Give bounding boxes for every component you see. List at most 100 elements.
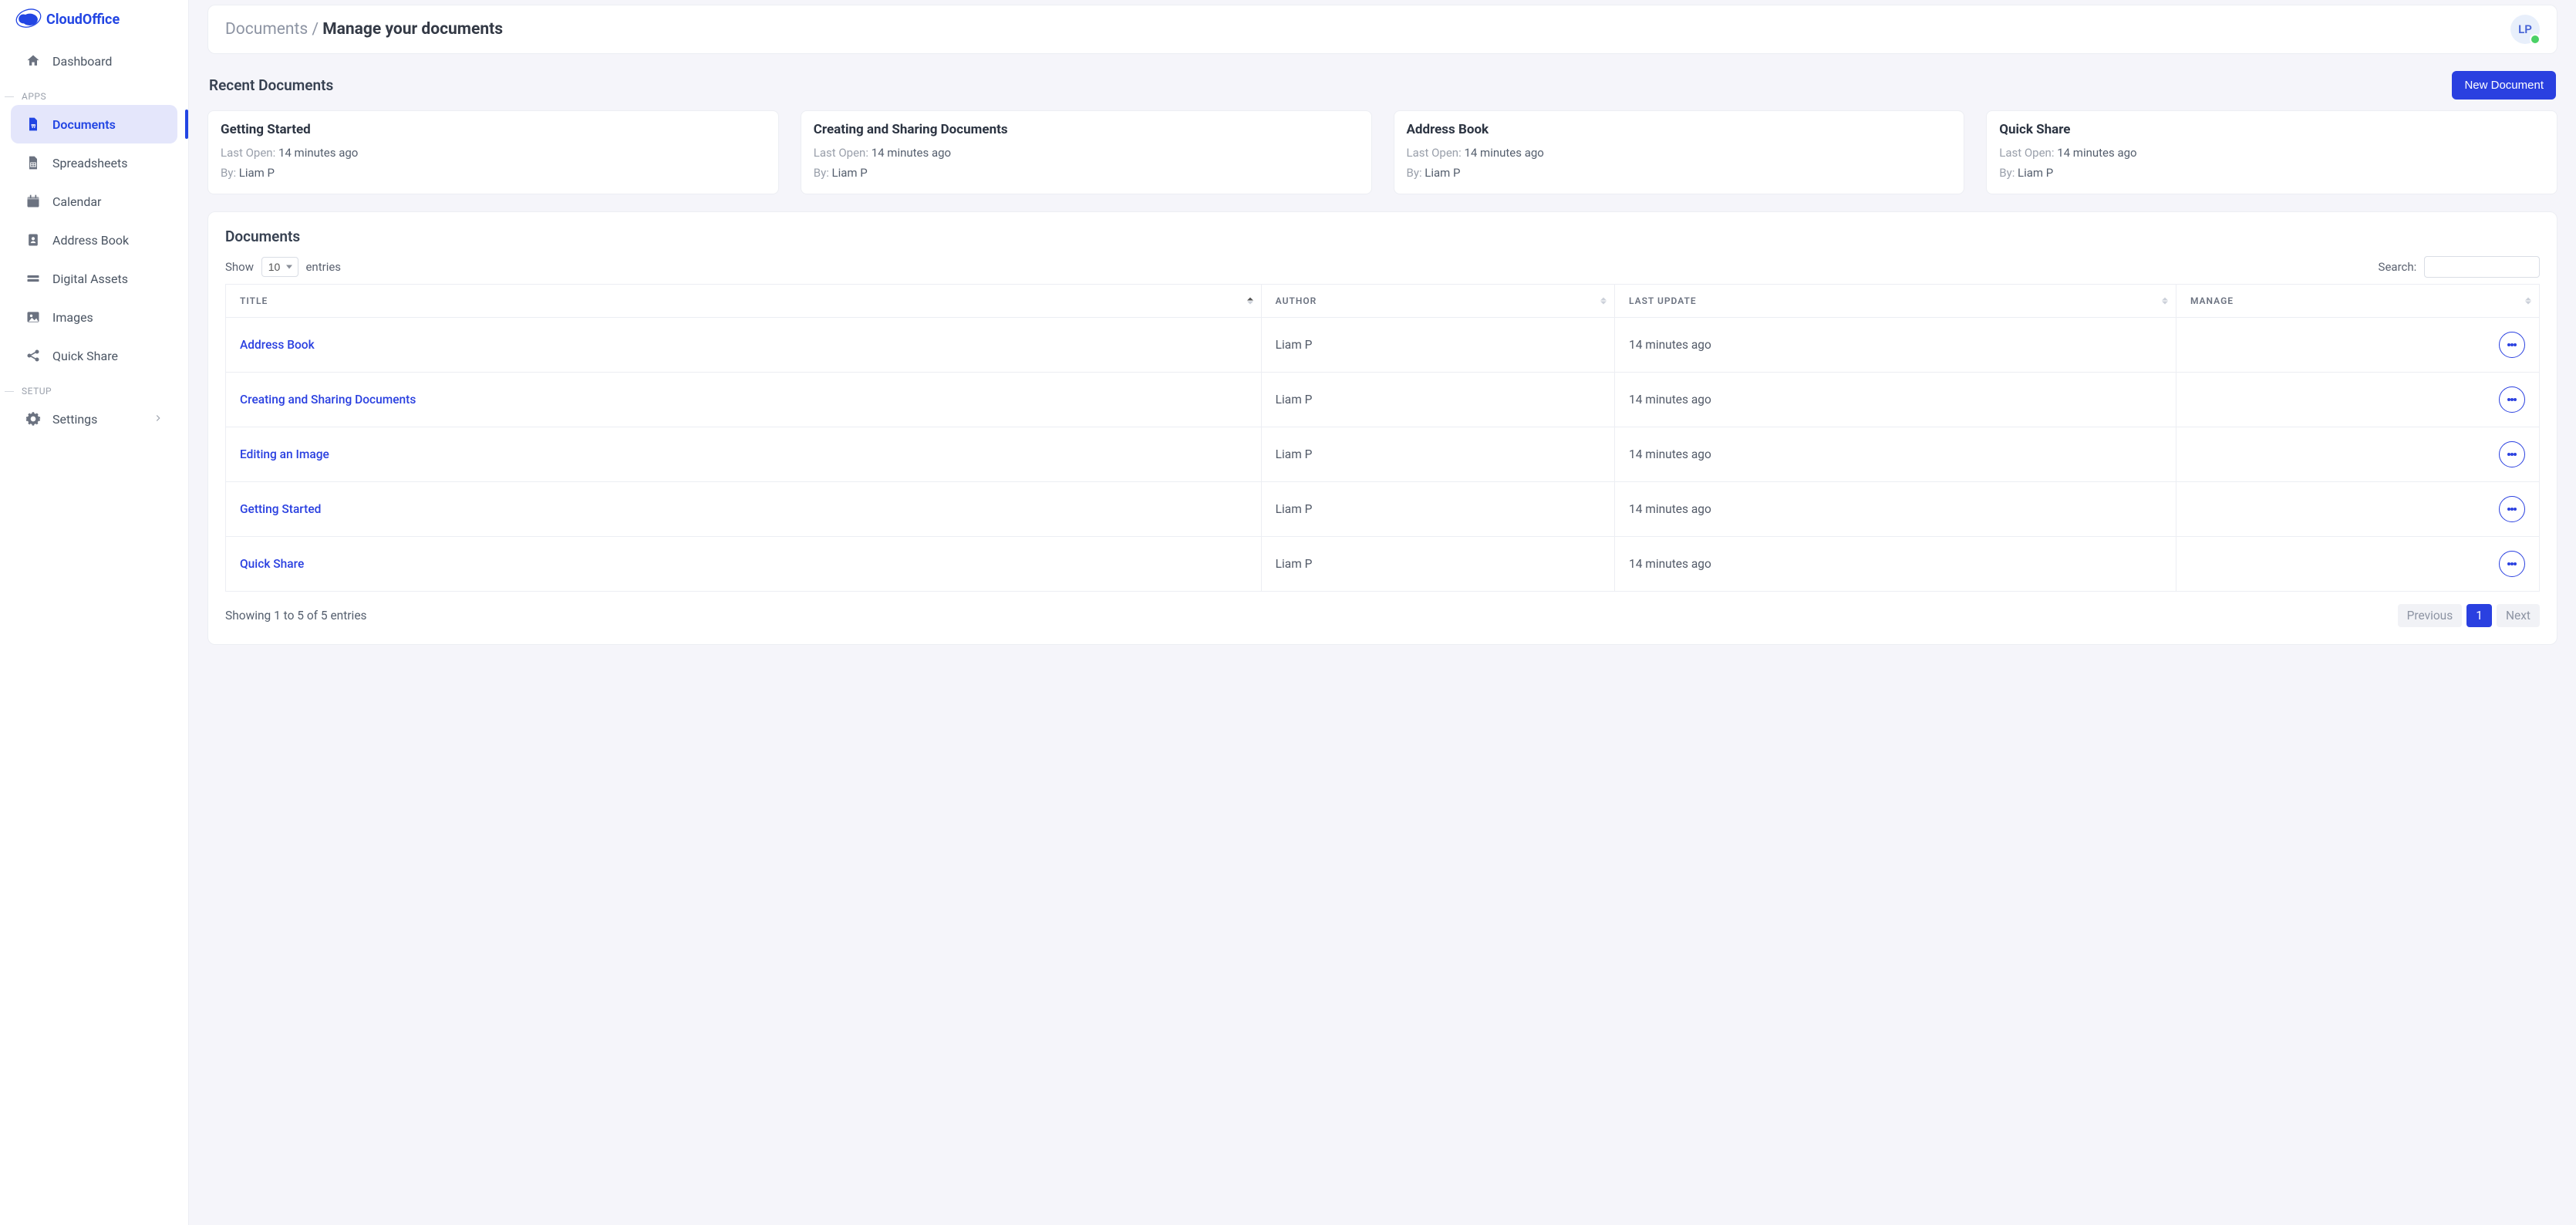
last-open-value: 14 minutes ago [872, 146, 951, 160]
drive-icon [25, 270, 42, 287]
card-title: Getting Started [221, 122, 766, 137]
author-cell: Liam P [1261, 318, 1614, 373]
avatar[interactable]: LP [2510, 15, 2540, 44]
col-updated[interactable]: LAST UPDATE [1614, 285, 2176, 318]
breadcrumb-current: Manage your documents [322, 20, 503, 39]
calendar-icon [25, 193, 42, 210]
last-open-value: 14 minutes ago [1464, 146, 1543, 160]
spreadsheet-icon [25, 154, 42, 171]
doc-link[interactable]: Creating and Sharing Documents [240, 393, 416, 407]
next-button[interactable]: Next [2497, 604, 2540, 627]
new-document-button[interactable]: New Document [2452, 71, 2556, 100]
sidebar-item-dashboard[interactable]: Dashboard [11, 42, 177, 80]
table-row: Getting StartedLiam P14 minutes ago [226, 482, 2540, 537]
sidebar-item-spreadsheets[interactable]: Spreadsheets [11, 143, 177, 182]
recent-cards: Getting Started Last Open: 14 minutes ag… [207, 110, 2557, 194]
panel-title: Documents [225, 228, 2540, 245]
sidebar-item-label: Digital Assets [52, 272, 128, 286]
search-label: Search: [2379, 260, 2417, 274]
by-label: By: [814, 166, 832, 180]
by-label: By: [221, 166, 239, 180]
updated-cell: 14 minutes ago [1614, 318, 2176, 373]
author-cell: Liam P [1261, 373, 1614, 427]
svg-text:W: W [32, 123, 36, 130]
show-label: Show [225, 260, 254, 274]
image-icon [25, 309, 42, 326]
page-1-button[interactable]: 1 [2466, 604, 2492, 627]
by-value: Liam P [239, 166, 275, 180]
sidebar-group-setup: SETUP [0, 375, 188, 400]
cloud-logo-icon [15, 8, 42, 31]
sidebar-item-label: Images [52, 310, 93, 325]
share-icon [25, 347, 42, 364]
doc-link[interactable]: Editing an Image [240, 447, 329, 461]
sidebar-item-label: Dashboard [52, 54, 112, 69]
sidebar-item-addressbook[interactable]: Address Book [11, 221, 177, 259]
last-open-label: Last Open: [814, 146, 872, 160]
topbar: Documents / Manage your documents LP [207, 5, 2557, 54]
search-control: Search: [2379, 256, 2540, 278]
row-actions-button[interactable] [2499, 386, 2525, 413]
row-actions-button[interactable] [2499, 332, 2525, 358]
author-cell: Liam P [1261, 427, 1614, 482]
card-title: Creating and Sharing Documents [814, 122, 1359, 137]
recent-card[interactable]: Quick Share Last Open: 14 minutes ago By… [1986, 110, 2557, 194]
sort-icon [2162, 298, 2168, 305]
prev-button[interactable]: Previous [2398, 604, 2463, 627]
breadcrumb: Documents / Manage your documents [225, 20, 503, 39]
brand-name: CloudOffice [46, 12, 120, 28]
updated-cell: 14 minutes ago [1614, 482, 2176, 537]
table-row: Address Book Liam P14 minutes ago [226, 318, 2540, 373]
documents-panel: Documents Show 10 entries Search: [207, 211, 2557, 645]
updated-cell: 14 minutes ago [1614, 427, 2176, 482]
sidebar-item-label: Address Book [52, 233, 129, 248]
document-icon: W [25, 116, 42, 133]
documents-table: TITLE AUTHOR LAST UPDATE MANAGE Address … [225, 284, 2540, 592]
recent-card[interactable]: Creating and Sharing Documents Last Open… [801, 110, 1372, 194]
addressbook-icon [25, 231, 42, 248]
sidebar-item-quickshare[interactable]: Quick Share [11, 336, 177, 375]
col-title[interactable]: TITLE [226, 285, 1262, 318]
col-author[interactable]: AUTHOR [1261, 285, 1614, 318]
sidebar-item-images[interactable]: Images [11, 298, 177, 336]
updated-cell: 14 minutes ago [1614, 537, 2176, 592]
search-input[interactable] [2424, 256, 2540, 278]
sort-icon [1247, 298, 1253, 305]
card-title: Quick Share [1999, 122, 2544, 137]
doc-link[interactable]: Quick Share [240, 557, 304, 571]
by-value: Liam P [1425, 166, 1460, 180]
row-actions-button[interactable] [2499, 496, 2525, 522]
by-value: Liam P [2018, 166, 2053, 180]
brand[interactable]: CloudOffice [0, 0, 188, 35]
gear-icon [25, 410, 42, 427]
by-label: By: [1999, 166, 2018, 180]
sidebar-item-label: Spreadsheets [52, 156, 128, 170]
sidebar-item-label: Calendar [52, 194, 101, 209]
col-manage[interactable]: MANAGE [2176, 285, 2539, 318]
doc-link[interactable]: Address Book [240, 338, 315, 352]
home-icon [25, 52, 42, 69]
recent-card[interactable]: Address Book Last Open: 14 minutes ago B… [1394, 110, 1965, 194]
sidebar-item-assets[interactable]: Digital Assets [11, 259, 177, 298]
last-open-label: Last Open: [1407, 146, 1465, 160]
doc-link[interactable]: Getting Started [240, 502, 321, 516]
breadcrumb-root[interactable]: Documents [225, 20, 308, 39]
recent-title: Recent Documents [209, 76, 333, 94]
row-actions-button[interactable] [2499, 441, 2525, 467]
pager: Previous 1 Next [2398, 604, 2540, 627]
sidebar-item-documents[interactable]: W Documents [11, 105, 177, 143]
sort-icon [2525, 298, 2531, 305]
sidebar-group-apps: APPS [0, 80, 188, 105]
recent-card[interactable]: Getting Started Last Open: 14 minutes ag… [207, 110, 779, 194]
last-open-label: Last Open: [221, 146, 278, 160]
table-info: Showing 1 to 5 of 5 entries [225, 609, 367, 623]
sidebar-item-calendar[interactable]: Calendar [11, 182, 177, 221]
sidebar-item-label: Documents [52, 117, 116, 132]
row-actions-button[interactable] [2499, 551, 2525, 577]
length-select[interactable]: 10 [261, 257, 298, 277]
last-open-value: 14 minutes ago [2057, 146, 2136, 160]
table-row: Creating and Sharing DocumentsLiam P14 m… [226, 373, 2540, 427]
sidebar-item-label: Settings [52, 412, 97, 427]
sidebar-item-settings[interactable]: Settings [11, 400, 177, 438]
entries-label: entries [305, 260, 341, 274]
